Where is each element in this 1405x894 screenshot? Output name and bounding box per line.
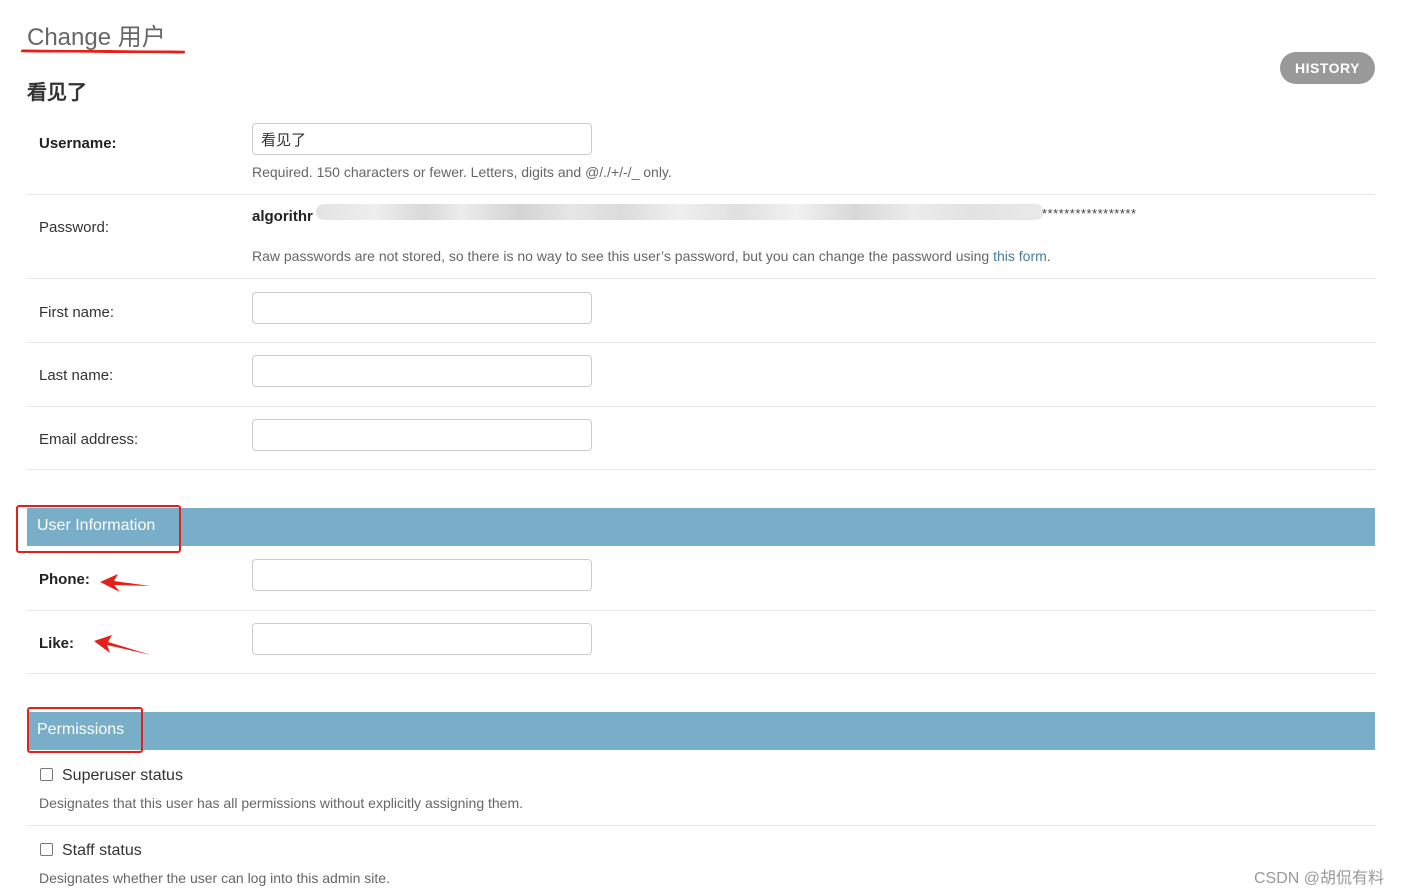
user-information-annotation-box [16,505,181,553]
last-name-label: Last name: [39,367,114,384]
like-label: Like: [39,635,75,652]
form-row-like: Like: [27,611,1375,674]
username-label: Username: [39,135,117,152]
superuser-checkbox[interactable] [40,768,53,781]
user-information-header: User Information [27,508,1375,546]
username-help: Required. 150 characters or fewer. Lette… [252,164,672,180]
phone-arrow-annotation [100,574,150,592]
password-hash-suffix: ***************** [1042,206,1137,221]
form-row-email: Email address: [27,407,1375,470]
like-input[interactable] [252,623,592,655]
form-row-staff: Staff status Designates whether the user… [27,826,1375,894]
password-label: Password: [39,219,110,236]
csdn-watermark: CSDN @胡侃有料 [1254,870,1385,887]
permissions-annotation-box [27,707,143,753]
staff-label[interactable]: Staff status [62,842,142,860]
like-arrow-annotation [94,635,151,655]
form-row-last-name: Last name: [27,343,1375,407]
last-name-input[interactable] [252,355,592,387]
staff-checkbox[interactable] [40,843,53,856]
page-title: Change 用户 [27,24,166,51]
phone-input[interactable] [252,559,592,591]
password-hash-blurred [316,204,1044,220]
email-label: Email address: [39,431,139,448]
username-input[interactable] [252,123,592,155]
form-row-superuser: Superuser status Designates that this us… [27,750,1375,826]
phone-label: Phone: [39,571,90,588]
form-row-first-name: First name: [27,279,1375,343]
email-input[interactable] [252,419,592,451]
permissions-header: Permissions [27,712,1375,750]
password-help: Raw passwords are not stored, so there i… [252,248,1051,264]
password-help-text: Raw passwords are not stored, so there i… [252,248,994,264]
object-name: 看见了 [27,82,87,104]
superuser-label[interactable]: Superuser status [62,767,183,785]
first-name-input[interactable] [252,292,592,324]
form-row-username: Username: Required. 150 characters or fe… [27,110,1375,195]
superuser-help: Designates that this user has all permis… [39,795,524,811]
password-hash-prefix: algorithr [252,208,313,225]
password-help-end: . [1046,248,1051,264]
first-name-label: First name: [39,304,115,321]
change-password-link[interactable]: this form [993,248,1047,264]
form-row-phone: Phone: [27,547,1375,611]
title-underline-annotation [20,49,186,54]
history-button[interactable]: HISTORY [1280,52,1375,84]
staff-help: Designates whether the user can log into… [39,870,390,886]
